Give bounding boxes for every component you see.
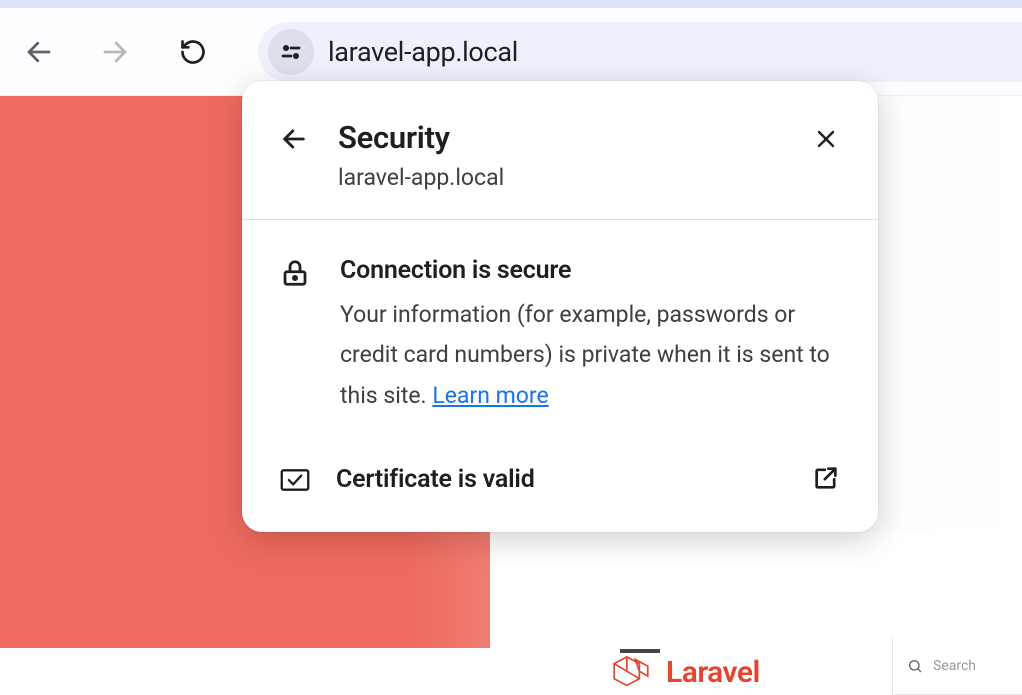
- search-icon: [907, 658, 923, 674]
- close-icon: [814, 127, 838, 151]
- popover-body: Connection is secure Your information (f…: [242, 220, 878, 436]
- popover-close-button[interactable]: [812, 125, 840, 153]
- connection-content: Connection is secure Your information (f…: [340, 256, 840, 416]
- popover-back-button[interactable]: [280, 125, 308, 153]
- popover-subtitle: laravel-app.local: [338, 164, 812, 191]
- connection-title: Connection is secure: [340, 256, 840, 285]
- reload-button[interactable]: [176, 35, 210, 69]
- laravel-logo[interactable]: Laravel: [610, 651, 760, 693]
- tune-icon: [279, 40, 303, 64]
- popover-header: Security laravel-app.local: [242, 81, 878, 220]
- menu-line-icon: [620, 649, 660, 653]
- back-button[interactable]: [22, 35, 56, 69]
- url-text: laravel-app.local: [328, 36, 518, 68]
- reload-icon: [179, 38, 207, 66]
- omnibox[interactable]: laravel-app.local: [258, 22, 1022, 82]
- connection-row: Connection is secure Your information (f…: [280, 256, 840, 416]
- page-content: Laravel Search: [490, 531, 1022, 648]
- popover-title: Security: [338, 119, 812, 156]
- certificate-label: Certificate is valid: [336, 465, 812, 494]
- arrow-right-icon: [100, 37, 130, 67]
- site-settings-button[interactable]: [268, 29, 314, 75]
- open-in-new-icon: [812, 464, 840, 492]
- arrow-left-icon: [24, 37, 54, 67]
- open-certificate-button[interactable]: [812, 464, 840, 496]
- forward-button[interactable]: [98, 35, 132, 69]
- connection-description: Your information (for example, passwords…: [340, 295, 840, 416]
- laravel-mark-icon: [610, 651, 652, 693]
- window-tab-strip: [0, 0, 1022, 8]
- certificate-icon: [280, 466, 310, 494]
- connection-description-text: Your information (for example, passwords…: [340, 301, 830, 409]
- security-popover: Security laravel-app.local Connection is…: [242, 81, 878, 532]
- arrow-left-icon: [280, 125, 308, 153]
- laravel-wordmark: Laravel: [666, 655, 760, 690]
- popover-title-group: Security laravel-app.local: [338, 119, 812, 191]
- search-box[interactable]: Search: [892, 637, 1022, 695]
- learn-more-link[interactable]: Learn more: [432, 382, 548, 409]
- certificate-row[interactable]: Certificate is valid: [242, 436, 878, 532]
- nav-buttons: [22, 35, 210, 69]
- lock-icon: [280, 258, 310, 292]
- search-placeholder: Search: [933, 658, 976, 674]
